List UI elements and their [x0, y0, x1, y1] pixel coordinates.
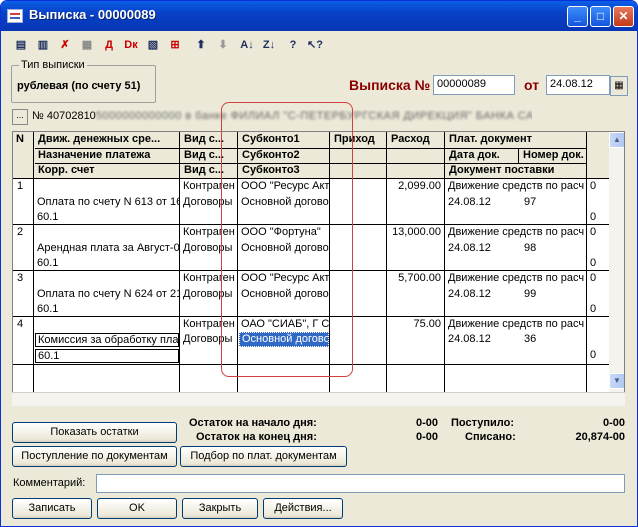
- start-balance-value: 0-00: [415, 417, 438, 429]
- mark-delete-icon[interactable]: Д: [99, 35, 119, 55]
- col-supply-header[interactable]: Документ поставки: [446, 164, 586, 178]
- grid-vline: [518, 148, 519, 163]
- row1-flag2[interactable]: 0: [588, 211, 608, 223]
- move-down-icon[interactable]: ⬇: [213, 35, 233, 55]
- statement-window: Выписка - 00000089 _ □ ✕ ▤ ▥ ✗ ▦ Д Dк ▧ …: [0, 0, 638, 527]
- row3-paydoc[interactable]: Движение средств по расч: [446, 272, 586, 284]
- title-bar[interactable]: Выписка - 00000089 _ □ ✕: [1, 1, 637, 31]
- row2-flag1[interactable]: 0: [588, 226, 608, 238]
- row3-docnum[interactable]: 99: [522, 288, 582, 300]
- row3-docdate[interactable]: 24.08.12: [446, 288, 518, 300]
- row2-expense[interactable]: 13,000.00: [388, 226, 444, 238]
- col-docdate-header[interactable]: Дата док.: [446, 149, 518, 163]
- row2-flag2[interactable]: 0: [588, 257, 608, 269]
- close-button[interactable]: Закрыть: [182, 498, 258, 519]
- row1-docnum[interactable]: 97: [522, 196, 582, 208]
- sort-asc-icon[interactable]: A↓: [237, 35, 257, 55]
- received-label: Поступило:: [451, 417, 515, 429]
- help-icon[interactable]: ?: [283, 35, 303, 55]
- row1-paydoc[interactable]: Движение средств по расч: [446, 180, 586, 192]
- statement-type-caption: Тип выписки: [19, 59, 87, 71]
- col-corr-account-header[interactable]: Корр. счет: [35, 164, 179, 178]
- account-select-button[interactable]: ...: [12, 109, 28, 125]
- window-title: Выписка - 00000089: [29, 7, 156, 22]
- delete-icon[interactable]: ✗: [55, 35, 75, 55]
- row4-corr-account[interactable]: 60.1: [35, 349, 179, 363]
- row1-expense[interactable]: 2,099.00: [388, 180, 444, 192]
- move-up-icon[interactable]: ⬆: [191, 35, 211, 55]
- row4-expense[interactable]: 75.00: [388, 318, 444, 330]
- row4-n[interactable]: 4: [15, 318, 33, 330]
- close-window-button[interactable]: ✕: [613, 6, 634, 27]
- actions-button[interactable]: Действия...: [263, 498, 343, 519]
- row2-docdate[interactable]: 24.08.12: [446, 242, 518, 254]
- row1-purpose[interactable]: Оплата по счету N 613 от 16: [35, 196, 179, 208]
- col-purpose-header[interactable]: Назначение платежа: [35, 149, 179, 163]
- minimize-button[interactable]: _: [567, 6, 588, 27]
- written-off-value: 20,874-00: [575, 431, 625, 443]
- highlight-box: [221, 102, 353, 377]
- written-off-label: Списано:: [465, 431, 516, 443]
- row1-n[interactable]: 1: [15, 180, 33, 192]
- select-by-docs-button[interactable]: Подбор по плат. документам: [180, 446, 347, 467]
- whatsthis-icon[interactable]: ↖?: [305, 35, 325, 55]
- row2-n[interactable]: 2: [15, 226, 33, 238]
- end-balance-label: Остаток на конец дня:: [196, 431, 317, 443]
- scroll-down-icon[interactable]: ▼: [609, 373, 624, 389]
- row3-flag2[interactable]: 0: [588, 303, 608, 315]
- grid-hline: [446, 163, 586, 164]
- start-balance-label: Остаток на начало дня:: [189, 417, 317, 429]
- row2-docnum[interactable]: 98: [522, 242, 582, 254]
- comment-field[interactable]: [96, 474, 625, 493]
- col-expense-header[interactable]: Расход: [388, 133, 444, 147]
- save-button[interactable]: Записать: [12, 498, 92, 519]
- receipts-by-docs-button[interactable]: Поступление по документам: [12, 446, 177, 467]
- show-balances-button[interactable]: Показать остатки: [12, 422, 177, 443]
- date-label: от: [524, 77, 540, 93]
- statement-type-value[interactable]: рублевая (по счету 51): [17, 80, 140, 92]
- row3-corr-account[interactable]: 60.1: [35, 303, 179, 315]
- row3-flag1[interactable]: 0: [588, 272, 608, 284]
- unpost-icon[interactable]: ▧: [143, 35, 163, 55]
- col-movement-header[interactable]: Движ. денежных сре...: [35, 133, 179, 147]
- row3-expense[interactable]: 5,700.00: [388, 272, 444, 284]
- calendar-icon[interactable]: ▦: [610, 76, 628, 96]
- col-paydoc-header[interactable]: Плат. документ: [446, 133, 586, 147]
- edit-icon[interactable]: ▦: [77, 35, 97, 55]
- row4-paydoc[interactable]: Движение средств по расч: [446, 318, 586, 330]
- date-field[interactable]: 24.08.12: [546, 75, 610, 95]
- sort-desc-icon[interactable]: Z↓: [259, 35, 279, 55]
- scroll-up-icon[interactable]: ▲: [609, 132, 624, 148]
- copy-icon[interactable]: ▥: [33, 35, 53, 55]
- post-icon[interactable]: Dк: [121, 35, 141, 55]
- end-balance-value: 0-00: [415, 431, 438, 443]
- row3-n[interactable]: 3: [15, 272, 33, 284]
- comment-label: Комментарий:: [13, 477, 86, 489]
- document-icon: [7, 9, 23, 23]
- new-icon[interactable]: ▤: [11, 35, 31, 55]
- vertical-scrollbar[interactable]: ▲ ▼: [609, 132, 624, 405]
- maximize-button[interactable]: □: [590, 6, 611, 27]
- row4-docnum[interactable]: 36: [522, 333, 582, 345]
- row4-purpose[interactable]: Комиссия за обработку пла: [35, 333, 179, 347]
- row2-purpose[interactable]: Арендная плата за Август-0: [35, 242, 179, 254]
- col-n-header[interactable]: N: [13, 133, 33, 147]
- doc-number-label: Выписка №: [349, 77, 431, 93]
- row1-corr-account[interactable]: 60.1: [35, 211, 179, 223]
- insert-row-icon[interactable]: ⊞: [165, 35, 185, 55]
- row2-corr-account[interactable]: 60.1: [35, 257, 179, 269]
- col-docnum-header[interactable]: Номер док.: [520, 149, 586, 163]
- row1-flag1[interactable]: 0: [588, 180, 608, 192]
- grid-hline: [446, 148, 586, 149]
- row3-purpose[interactable]: Оплата по счету N 624 от 21: [35, 288, 179, 300]
- ok-button[interactable]: OK: [97, 498, 177, 519]
- row4-docdate[interactable]: 24.08.12: [446, 333, 518, 345]
- received-value: 0-00: [602, 417, 625, 429]
- doc-number-field[interactable]: 00000089: [433, 75, 515, 95]
- row1-docdate[interactable]: 24.08.12: [446, 196, 518, 208]
- horizontal-scrollbar[interactable]: [12, 392, 625, 406]
- row4-flag2[interactable]: 0: [588, 349, 608, 361]
- account-prefix: № 40702810: [32, 110, 96, 122]
- row2-paydoc[interactable]: Движение средств по расч: [446, 226, 586, 238]
